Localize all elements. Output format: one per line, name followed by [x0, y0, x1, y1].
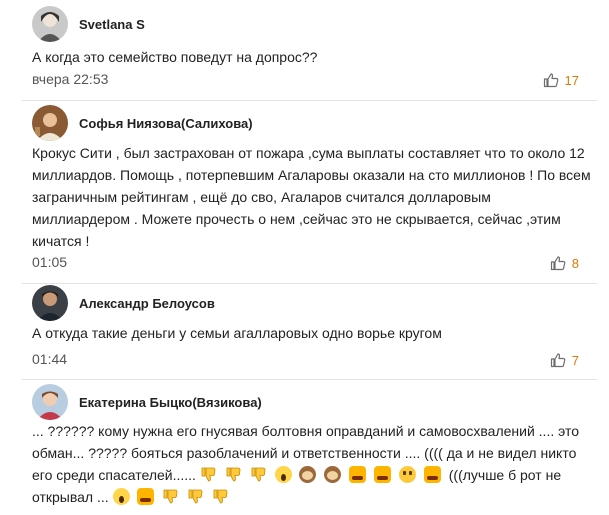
like-button[interactable]: 8: [550, 255, 579, 271]
thumbs-up-icon: [543, 73, 558, 88]
thumbs-down-emoji: [250, 466, 267, 483]
avatar[interactable]: [32, 6, 68, 42]
scream-emoji: [274, 466, 292, 483]
thumbs-down-emoji: [200, 466, 217, 483]
thumbs-down-emoji: [212, 488, 229, 505]
face-emoji: [398, 466, 416, 483]
comment-text: А откуда такие деньги у семьи агалларовы…: [32, 325, 442, 341]
comment-text: А когда это семейство поведут на допрос?…: [32, 49, 318, 65]
comment: Svetlana S А когда это семейство поведут…: [0, 0, 609, 100]
thumbs-down-emoji: [187, 488, 204, 505]
comment-author-row: Александр Белоусов: [32, 283, 215, 323]
comment-timestamp: 01:44: [32, 351, 68, 367]
author-name[interactable]: Екатерина Быцко(Вязикова): [79, 395, 262, 410]
comment: Александр Белоусов А откуда такие деньги…: [0, 283, 609, 379]
angry-face-emoji: [349, 466, 367, 483]
comment-author-row: Софья Ниязова(Салихова): [32, 103, 253, 143]
comment: Екатерина Быцко(Вязикова) ... ?????? ком…: [0, 379, 609, 515]
comment-text: Крокус Сити , был застрахован от пожара …: [32, 145, 591, 249]
like-count: 7: [571, 352, 579, 368]
avatar[interactable]: [32, 105, 68, 141]
like-count: 8: [571, 255, 579, 271]
avatar[interactable]: [32, 285, 68, 321]
comment-text: ... ?????? кому нужна его гнусявая болто…: [32, 420, 587, 508]
see-no-evil-monkey-emoji: [299, 466, 317, 483]
comment-feed: Svetlana S А когда это семейство поведут…: [0, 0, 609, 515]
author-name[interactable]: Svetlana S: [79, 17, 145, 32]
thumbs-up-icon: [550, 353, 566, 368]
grimacing-face-emoji: [137, 488, 155, 505]
thumbs-down-emoji: [225, 466, 242, 483]
avatar[interactable]: [32, 384, 68, 420]
like-button[interactable]: 7: [550, 352, 579, 368]
comment-timestamp: 01:05: [32, 254, 68, 270]
angry-face-emoji: [374, 466, 392, 483]
screaming-face-emoji: [112, 488, 130, 505]
comment: Софья Ниязова(Салихова) Крокус Сити , бы…: [0, 100, 609, 283]
comment-author-row: Екатерина Быцко(Вязикова): [32, 382, 262, 422]
author-name[interactable]: Александр Белоусов: [79, 296, 215, 311]
thumbs-down-emoji: [162, 488, 179, 505]
comment-timestamp: вчера 22:53: [32, 71, 109, 87]
author-name[interactable]: Софья Ниязова(Салихова): [79, 116, 253, 131]
like-count: 17: [564, 72, 579, 88]
hear-no-evil-monkey-emoji: [324, 466, 342, 483]
angry-face-emoji: [423, 466, 441, 483]
thumbs-up-icon: [550, 256, 566, 271]
like-button[interactable]: 17: [543, 72, 579, 88]
comment-author-row: Svetlana S: [32, 4, 145, 44]
